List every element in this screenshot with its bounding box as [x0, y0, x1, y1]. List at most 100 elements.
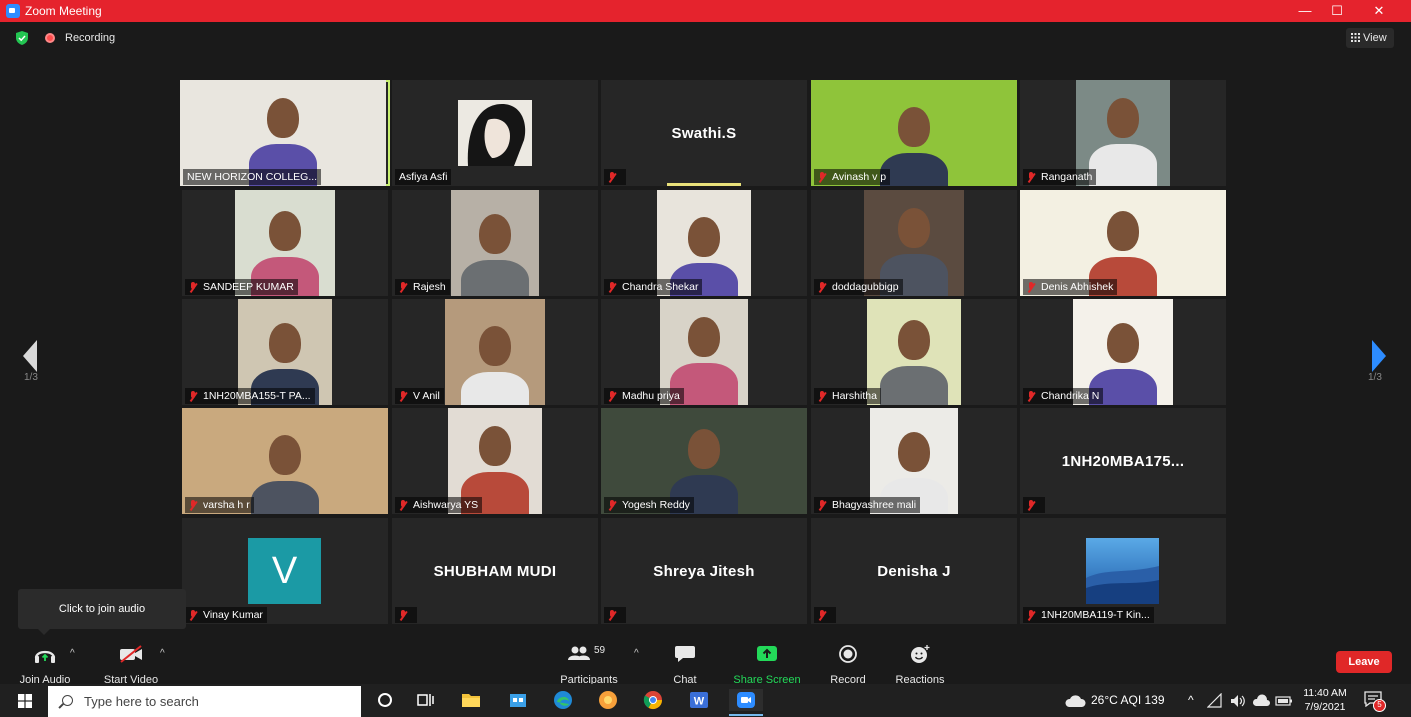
chrome-browser-icon[interactable]: [642, 689, 664, 711]
maximize-button[interactable]: ☐: [1322, 2, 1352, 20]
clock-time: 11:40 AM: [1303, 687, 1347, 699]
share-screen-button[interactable]: Share Screen: [732, 644, 802, 686]
participant-name-label: 1NH20MBA155-T PA...: [185, 388, 315, 404]
participant-tile[interactable]: NEW HORIZON COLLEG...: [180, 80, 390, 186]
participant-name: Bhagyashree mali: [832, 499, 917, 511]
minimize-button[interactable]: —: [1290, 2, 1320, 20]
participant-tile[interactable]: Harshitha: [811, 299, 1017, 405]
photos-app-icon[interactable]: [597, 689, 619, 711]
participant-tile[interactable]: 1NH20MBA119-T Kin...: [1020, 518, 1226, 624]
word-app-icon[interactable]: W: [688, 689, 710, 711]
participant-display-name: SHUBHAM MUDI: [433, 562, 557, 580]
participant-name-label: [604, 607, 626, 623]
muted-mic-icon: [1027, 609, 1035, 621]
participant-name: Avinash v p: [832, 171, 887, 183]
taskbar-search-box[interactable]: Type here to search: [48, 686, 361, 717]
participants-options-caret[interactable]: ^: [634, 648, 639, 659]
participant-tile[interactable]: Aishwarya YS: [392, 408, 598, 514]
participant-tile[interactable]: Denis Abhishek: [1020, 190, 1226, 296]
participant-video-feed: [451, 190, 539, 296]
participant-name-label: Yogesh Reddy: [604, 497, 694, 513]
participant-name: SANDEEP KUMAR: [203, 281, 294, 293]
participant-tile[interactable]: Rajesh: [392, 190, 598, 296]
participant-tile[interactable]: varsha h r: [182, 408, 388, 514]
cortana-icon[interactable]: [374, 689, 396, 711]
video-gallery: 1/3 1/3 NEW HORIZON COLLEG... Asfiya Asfi…: [0, 54, 1411, 640]
participant-name-label: V Anil: [395, 388, 444, 404]
join-audio-button[interactable]: Join Audio: [16, 644, 74, 686]
view-button[interactable]: View: [1346, 28, 1394, 48]
chat-button[interactable]: Chat: [668, 644, 702, 686]
participant-tile[interactable]: doddagubbigp: [811, 190, 1017, 296]
participant-tile[interactable]: 1NH20MBA155-T PA...: [182, 299, 388, 405]
muted-mic-icon: [399, 281, 407, 293]
notification-center-button[interactable]: 5: [1364, 691, 1386, 712]
participant-name-label: NEW HORIZON COLLEG...: [183, 169, 322, 185]
video-options-caret[interactable]: ^: [160, 648, 165, 659]
muted-mic-icon: [608, 609, 616, 621]
zoom-taskbar-app[interactable]: [729, 689, 763, 716]
headphones-icon: [34, 650, 56, 663]
close-button[interactable]: ✕: [1364, 2, 1394, 20]
participant-tile[interactable]: Madhu priya: [601, 299, 807, 405]
participant-tile[interactable]: Shreya Jitesh: [601, 518, 807, 624]
chat-icon: [675, 646, 695, 662]
participant-name-label: Asfiya Asfi: [395, 169, 452, 185]
page-indicator-left: 1/3: [24, 372, 38, 383]
muted-mic-icon: [818, 609, 826, 621]
participant-name-label: doddagubbigp: [814, 279, 903, 295]
participant-display-name: Swathi.S: [671, 124, 737, 142]
start-video-button[interactable]: Start Video: [100, 644, 162, 686]
onedrive-cloud-icon[interactable]: [1252, 694, 1270, 708]
zoom-app-icon: [6, 4, 20, 18]
participant-name-label: [814, 607, 836, 623]
participant-name: Ranganath: [1041, 171, 1093, 183]
recording-label: Recording: [65, 32, 116, 44]
participant-tile[interactable]: V Anil: [392, 299, 598, 405]
participant-name: Harshitha: [832, 390, 877, 402]
participant-tile[interactable]: Ranganath: [1020, 80, 1226, 186]
volume-icon[interactable]: [1229, 693, 1247, 709]
participant-tile[interactable]: Swathi.S: [601, 80, 807, 186]
muted-mic-icon: [189, 609, 197, 621]
participant-name: Denis Abhishek: [1041, 281, 1114, 293]
participant-tile[interactable]: Asfiya Asfi: [392, 80, 598, 186]
participants-button[interactable]: 59 Participants: [556, 644, 622, 686]
encryption-shield-icon[interactable]: [16, 31, 28, 45]
audio-options-caret[interactable]: ^: [70, 648, 75, 659]
participant-tile[interactable]: Chandra Shekar: [601, 190, 807, 296]
participant-tile[interactable]: SHUBHAM MUDI: [392, 518, 598, 624]
participant-tile[interactable]: SANDEEP KUMAR: [182, 190, 388, 296]
edge-browser-icon[interactable]: [552, 689, 574, 711]
tray-overflow-caret[interactable]: ^: [1188, 693, 1194, 707]
participant-tile[interactable]: Bhagyashree mali: [811, 408, 1017, 514]
participant-name-label: Chandrika N: [1023, 388, 1104, 404]
participant-tile[interactable]: Denisha J: [811, 518, 1017, 624]
participant-tile[interactable]: Avinash v p: [811, 80, 1017, 186]
participant-tile[interactable]: Chandrika N: [1020, 299, 1226, 405]
profile-picture: [1086, 538, 1159, 604]
participant-tile[interactable]: 1NH20MBA175...: [1020, 408, 1226, 514]
participant-tile[interactable]: V Vinay Kumar: [182, 518, 388, 624]
wifi-icon[interactable]: [1207, 693, 1223, 709]
participant-name-label: Ranganath: [1023, 169, 1097, 185]
record-button[interactable]: Record: [826, 644, 870, 686]
muted-mic-icon: [1027, 171, 1035, 183]
participant-tile[interactable]: Yogesh Reddy: [601, 408, 807, 514]
weather-readout[interactable]: 26°C AQI 139: [1091, 693, 1165, 707]
windows-taskbar: Type here to search W 26°C AQI 139 ^ 11:…: [0, 684, 1411, 717]
leave-button[interactable]: Leave: [1336, 651, 1392, 673]
store-app-icon[interactable]: [507, 689, 529, 711]
participant-name-label: Chandra Shekar: [604, 279, 703, 295]
weather-cloud-icon: [1065, 695, 1086, 707]
participant-name-label: Avinash v p: [814, 169, 891, 185]
task-view-icon[interactable]: [414, 689, 436, 711]
previous-page-arrow-icon[interactable]: [15, 336, 45, 376]
windows-start-icon[interactable]: [18, 694, 32, 708]
file-explorer-icon[interactable]: [460, 689, 482, 711]
taskbar-clock[interactable]: 11:40 AM 7/9/2021: [1300, 686, 1350, 714]
next-page-arrow-icon[interactable]: [1364, 336, 1394, 376]
participant-name-label: Harshitha: [814, 388, 881, 404]
reactions-button[interactable]: Reactions: [892, 644, 948, 686]
battery-icon[interactable]: [1275, 694, 1293, 708]
